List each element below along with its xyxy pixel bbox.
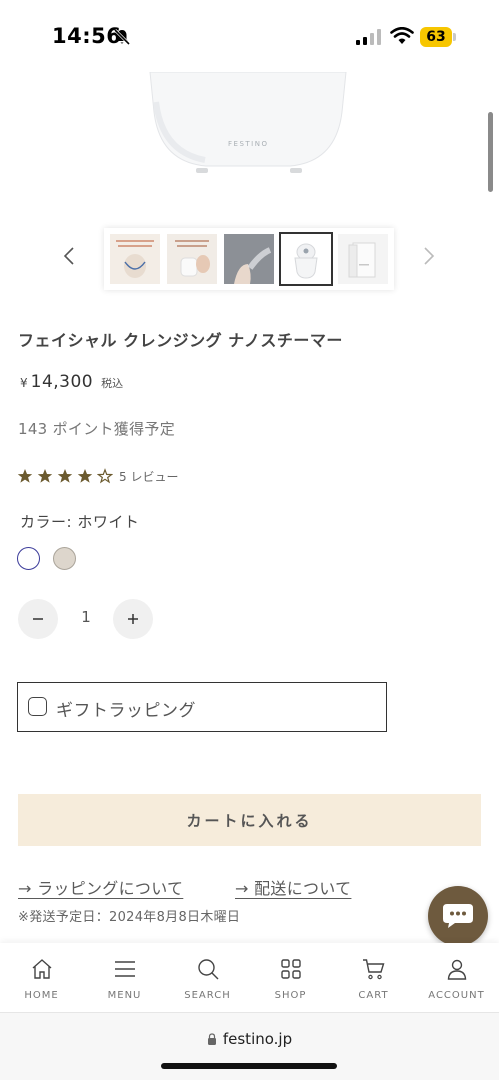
lock-icon: [207, 1033, 216, 1045]
quantity-decrease-button[interactable]: [18, 599, 58, 639]
review-count: 5 レビュー: [119, 469, 179, 484]
battery-indicator: 63: [420, 27, 456, 47]
chat-bubble-icon: [443, 904, 473, 928]
price-currency: ¥: [20, 376, 28, 390]
thumbnail-next-arrow-icon[interactable]: [416, 244, 440, 268]
nav-menu-label: MENU: [107, 990, 142, 1001]
quantity-increase-button[interactable]: [113, 599, 153, 639]
bottom-navigation: HOME MENU SEARCH SHOP CART ACCOUNT: [0, 943, 499, 1013]
bell-muted-icon: [113, 28, 131, 46]
cart-icon: [362, 959, 384, 980]
status-time: 14:56: [52, 24, 122, 48]
star-empty-icon: [97, 468, 113, 484]
product-main-image[interactable]: FESTINO: [0, 72, 499, 182]
page-scrollbar[interactable]: [488, 112, 493, 192]
thumbnail-3[interactable]: [224, 234, 274, 284]
status-bar: 14:56 63: [0, 0, 499, 72]
plus-icon: [128, 614, 138, 624]
price-value: 14,300: [30, 372, 94, 392]
nav-cart-label: CART: [358, 990, 389, 1001]
shipping-date: ※発送予定日：2024年8月8日木曜日: [18, 910, 241, 925]
thumbnail-5[interactable]: [338, 234, 388, 284]
svg-text:FESTINO: FESTINO: [228, 140, 268, 148]
minus-icon: [33, 618, 43, 620]
nav-account-label: ACCOUNT: [428, 990, 485, 1001]
nav-shop[interactable]: SHOP: [249, 957, 332, 1009]
chat-button[interactable]: [428, 886, 488, 946]
url-text: festino.jp: [222, 1030, 293, 1048]
star-filled-icon: [77, 469, 93, 483]
thumbnail-strip: [104, 228, 394, 290]
cellular-signal-icon: [356, 29, 381, 45]
nav-search-label: SEARCH: [184, 990, 231, 1001]
gift-wrapping-checkbox[interactable]: [28, 697, 47, 716]
home-icon: [32, 959, 51, 979]
thumbnail-1[interactable]: [110, 234, 160, 284]
rating[interactable]: 5 レビュー: [17, 466, 178, 486]
wrapping-info-link[interactable]: → ラッピングについて: [18, 875, 183, 899]
nav-home-label: HOME: [24, 990, 59, 1001]
thumbnail-4[interactable]: [279, 232, 333, 286]
product-title: フェイシャル クレンジング ナノスチーマー: [18, 331, 343, 350]
star-filled-icon: [17, 469, 33, 483]
browser-address-bar[interactable]: festino.jp: [0, 1013, 499, 1080]
color-swatch-beige[interactable]: [53, 547, 76, 570]
star-filled-icon: [37, 469, 53, 483]
nav-account[interactable]: ACCOUNT: [415, 957, 498, 1009]
color-swatch-white[interactable]: [17, 547, 40, 570]
points-info: 143 ポイント獲得予定: [18, 420, 175, 438]
nav-home[interactable]: HOME: [0, 957, 83, 1009]
color-label: カラー: ホワイト: [20, 513, 140, 531]
url-display[interactable]: festino.jp: [0, 1030, 499, 1048]
nav-menu[interactable]: MENU: [83, 957, 166, 1009]
menu-icon: [114, 961, 135, 977]
grid-icon: [280, 959, 301, 979]
thumbnail-2[interactable]: [167, 234, 217, 284]
gift-wrapping-option[interactable]: ギフトラッピング: [17, 682, 387, 732]
battery-level: 63: [426, 29, 446, 45]
shipping-info-link[interactable]: → 配送について: [235, 875, 351, 899]
nav-cart[interactable]: CART: [332, 957, 415, 1009]
search-icon: [197, 959, 218, 980]
star-filled-icon: [57, 469, 73, 483]
thumbnail-prev-arrow-icon[interactable]: [58, 244, 82, 268]
nav-shop-label: SHOP: [274, 990, 307, 1001]
price-tax-label: 税込: [101, 377, 124, 390]
add-to-cart-button[interactable]: カートに入れる: [18, 794, 481, 846]
home-indicator[interactable]: [161, 1063, 337, 1069]
price: ¥ 14,300 税込: [20, 372, 123, 398]
nav-search[interactable]: SEARCH: [166, 957, 249, 1009]
gift-wrapping-label: ギフトラッピング: [56, 701, 196, 721]
user-icon: [447, 959, 466, 980]
wifi-icon: [390, 27, 414, 44]
quantity-value[interactable]: 1: [72, 608, 100, 626]
